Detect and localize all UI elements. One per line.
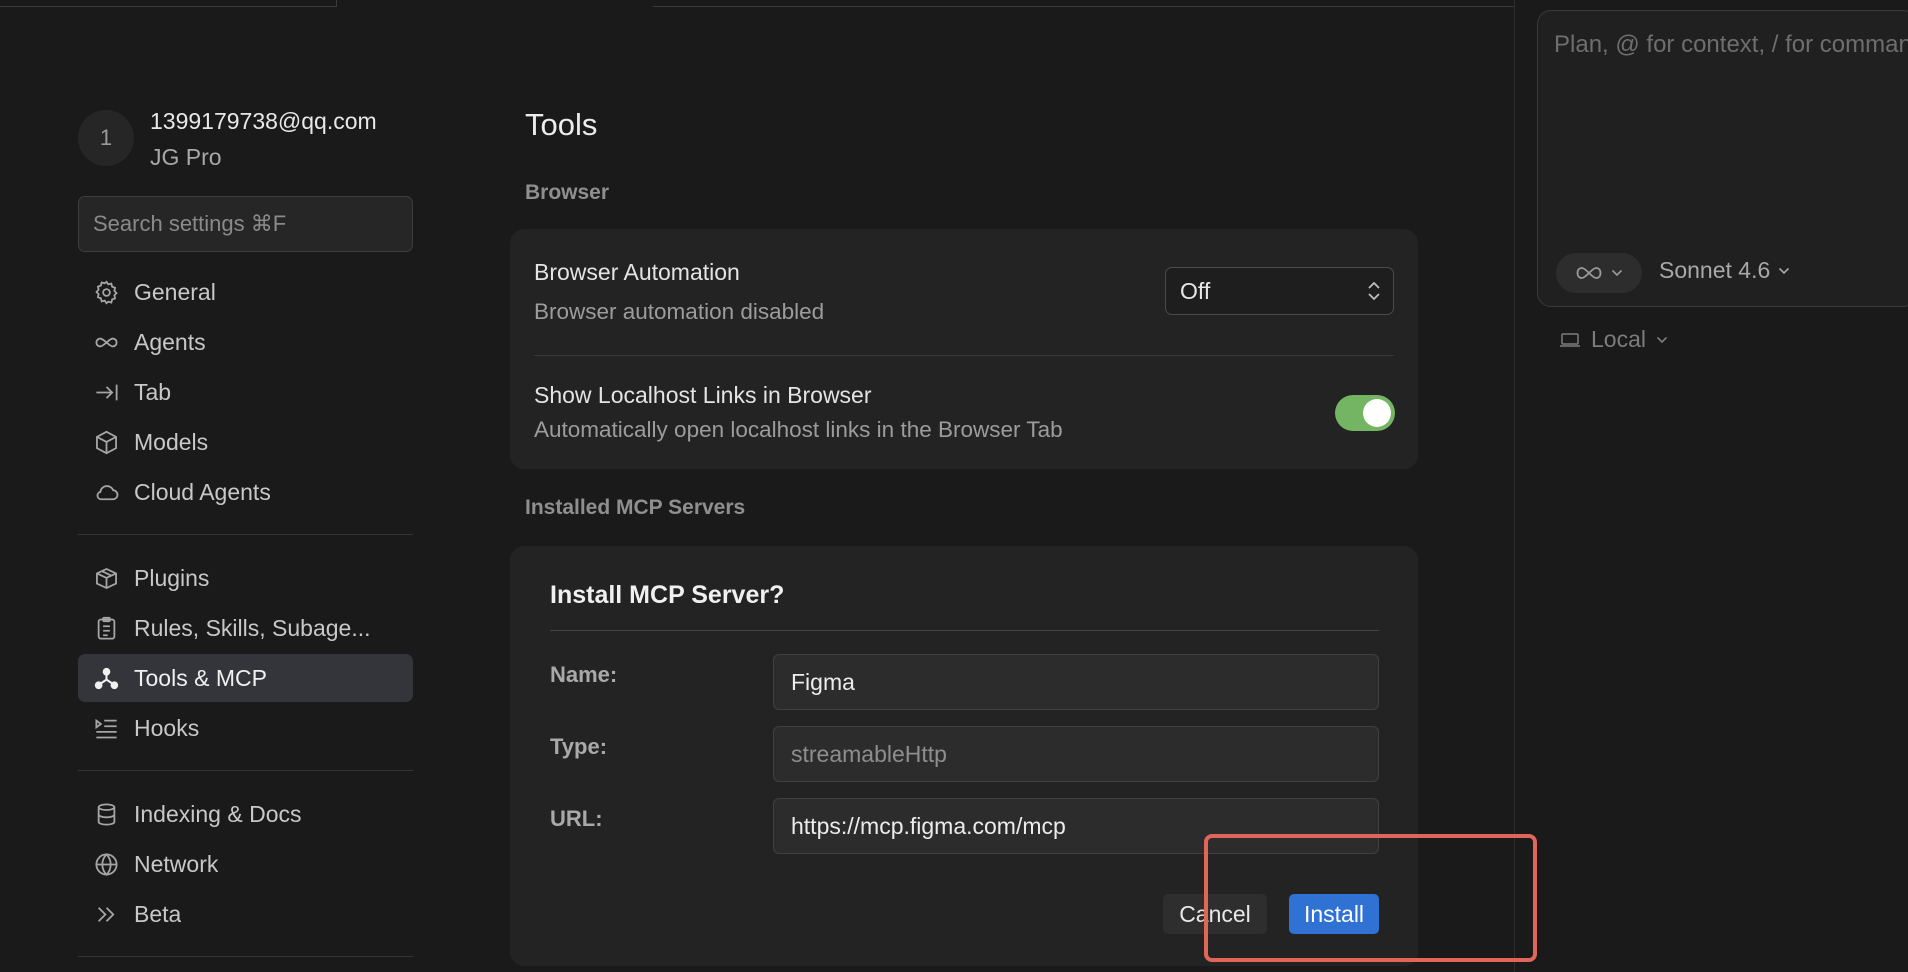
select-value: Off (1180, 277, 1211, 304)
sidebar-item-label: Cloud Agents (134, 478, 271, 505)
account-plan: JG Pro (150, 144, 222, 170)
globe-icon (78, 840, 134, 888)
search-settings-input[interactable]: Search settings ⌘F (78, 196, 413, 252)
model-selector[interactable]: Sonnet 4.6 (1659, 257, 1790, 284)
clipboard-icon (78, 604, 134, 652)
section-label-mcp: Installed MCP Servers (525, 496, 746, 519)
sidebar-item-hooks[interactable]: Hooks (78, 704, 413, 752)
environment-selector[interactable]: Local (1559, 326, 1668, 353)
sidebar-divider (78, 534, 413, 535)
sidebar-item-label: Hooks (134, 714, 200, 741)
sidebar-item-label: Tools & MCP (134, 664, 267, 691)
browser-settings-card: Browser Automation Browser automation di… (510, 229, 1418, 469)
gear-icon (78, 268, 134, 316)
settings-sidebar: 1 1399179738@qq.com JG Pro Search settin… (78, 0, 413, 972)
section-label-browser: Browser (525, 181, 610, 204)
chat-composer[interactable]: Plan, @ for context, / for commands Sonn… (1537, 10, 1908, 307)
mode-selector[interactable] (1556, 253, 1642, 293)
sidebar-item-label: General (134, 278, 216, 305)
tab-arrow-icon (78, 368, 134, 416)
chat-input[interactable]: Plan, @ for context, / for commands (1554, 31, 1908, 59)
type-field: streamableHttp (773, 726, 1379, 782)
url-label: URL: (550, 806, 603, 831)
sidebar-item-agents[interactable]: Agents (78, 318, 413, 366)
sidebar-item-label: Models (134, 428, 209, 455)
sidebar-item-label: Network (134, 850, 219, 877)
updown-chevron-icon (1368, 281, 1380, 301)
name-field[interactable]: Figma (773, 654, 1379, 710)
page-title: Tools (525, 107, 598, 142)
double-chevron-icon (78, 890, 134, 938)
chevron-down-icon (1779, 267, 1790, 274)
localhost-links-description: Automatically open localhost links in th… (534, 417, 1063, 442)
sidebar-item-plugins[interactable]: Plugins (78, 554, 413, 602)
chat-panel: Plan, @ for context, / for commands Sonn… (1514, 0, 1908, 972)
cube-icon (78, 418, 134, 466)
sidebar-item-general[interactable]: General (78, 268, 413, 316)
sidebar-item-rules-skills[interactable]: Rules, Skills, Subage... (78, 604, 413, 652)
dialog-title: Install MCP Server? (550, 581, 785, 609)
sidebar-item-beta[interactable]: Beta (78, 890, 413, 938)
sidebar-item-label: Plugins (134, 564, 210, 591)
sidebar-divider (78, 956, 413, 957)
sidebar-item-indexing-docs[interactable]: Indexing & Docs (78, 790, 413, 838)
avatar[interactable]: 1 (78, 110, 134, 166)
model-name: Sonnet 4.6 (1659, 257, 1771, 283)
sidebar-item-label: Agents (134, 328, 206, 355)
name-label: Name: (550, 662, 618, 687)
laptop-icon (1560, 332, 1580, 347)
dialog-divider (550, 630, 1379, 631)
environment-name: Local (1591, 326, 1646, 352)
hooks-list-icon (78, 704, 134, 752)
sidebar-item-label: Tab (134, 378, 172, 405)
tools-network-icon (78, 654, 134, 702)
account-email: 1399179738@qq.com (150, 108, 377, 134)
localhost-links-toggle[interactable] (1335, 395, 1395, 431)
sidebar-item-label: Rules, Skills, Subage... (134, 614, 371, 641)
sidebar-item-network[interactable]: Network (78, 840, 413, 888)
database-icon (78, 790, 134, 838)
card-divider (534, 355, 1394, 356)
sidebar-divider (78, 770, 413, 771)
sidebar-item-cloud-agents[interactable]: Cloud Agents (78, 468, 413, 516)
package-icon (78, 554, 134, 602)
toggle-knob (1363, 399, 1391, 427)
highlight-annotation (1204, 834, 1537, 962)
chevron-down-icon (1656, 336, 1668, 343)
sidebar-item-label: Indexing & Docs (134, 800, 302, 827)
cloud-icon (78, 468, 134, 516)
infinity-icon (1576, 267, 1602, 279)
type-label: Type: (550, 734, 608, 759)
chevron-down-icon (1611, 269, 1623, 277)
settings-content: Tools Browser Browser Automation Browser… (508, 0, 1422, 972)
browser-automation-select[interactable]: Off (1165, 267, 1394, 315)
sidebar-item-tab[interactable]: Tab (78, 368, 413, 416)
localhost-links-title: Show Localhost Links in Browser (534, 382, 872, 408)
browser-automation-description: Browser automation disabled (534, 299, 825, 324)
sidebar-item-label: Beta (134, 900, 182, 927)
infinity-icon (78, 318, 134, 366)
account-info: 1 1399179738@qq.com JG Pro (78, 108, 413, 172)
browser-automation-title: Browser Automation (534, 259, 740, 285)
sidebar-item-tools-mcp[interactable]: Tools & MCP (78, 654, 413, 702)
sidebar-item-models[interactable]: Models (78, 418, 413, 466)
